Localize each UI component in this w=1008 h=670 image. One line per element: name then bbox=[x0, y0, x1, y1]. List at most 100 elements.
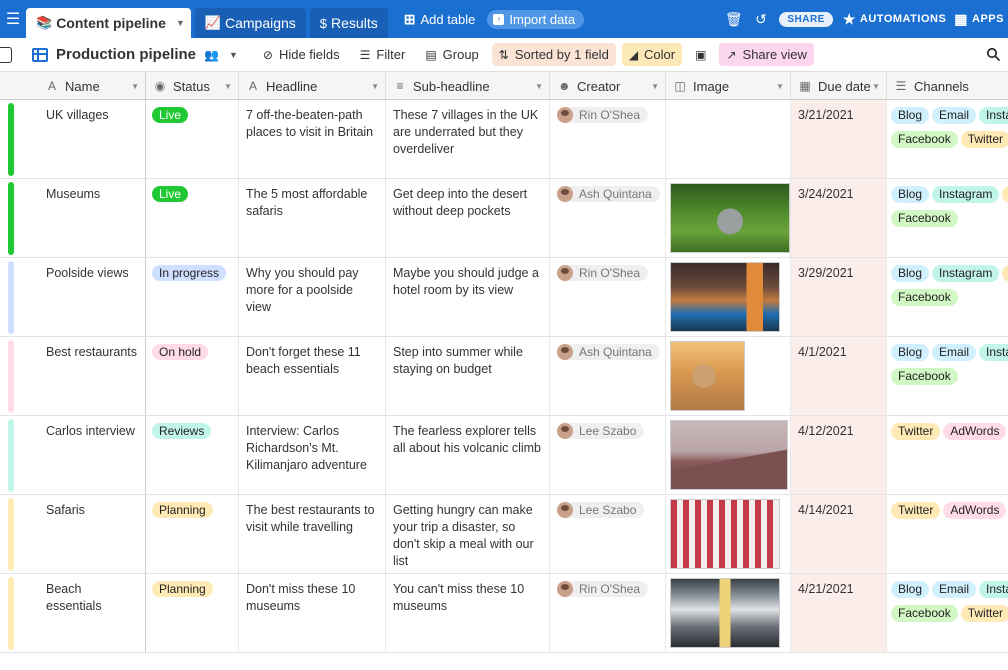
column-header-headline[interactable]: A Headline ▼ bbox=[239, 72, 386, 100]
cell-image[interactable] bbox=[666, 258, 791, 336]
cell-creator[interactable]: Rin O'Shea bbox=[550, 258, 666, 336]
cell-creator[interactable]: Ash Quintana bbox=[550, 337, 666, 415]
sidebar-toggle-icon[interactable] bbox=[0, 46, 12, 63]
chevron-down-icon[interactable]: ▼ bbox=[176, 18, 185, 28]
cell-status[interactable]: Live bbox=[146, 179, 239, 257]
cell-due-date[interactable]: 4/12/2021 bbox=[791, 416, 887, 494]
cell-name[interactable]: Poolside views bbox=[38, 258, 146, 336]
cell-headline[interactable]: Why you should pay more for a poolside v… bbox=[239, 258, 386, 336]
cell-channels[interactable]: TwitterAdWordsBlog bbox=[887, 416, 1008, 494]
cell-status[interactable]: On hold bbox=[146, 337, 239, 415]
trash-icon[interactable]: 🗑 bbox=[725, 11, 743, 28]
cell-headline[interactable]: Don't miss these 10 museums bbox=[239, 574, 386, 652]
cell-name[interactable]: Museums bbox=[38, 179, 146, 257]
cell-creator[interactable]: Lee Szabo bbox=[550, 416, 666, 494]
filter-button[interactable]: ☰ Filter bbox=[353, 43, 413, 66]
table-row[interactable]: Museums Live The 5 most affordable safaris… bbox=[0, 179, 1008, 258]
cell-due-date[interactable]: 4/21/2021 bbox=[791, 574, 887, 652]
cell-status[interactable]: Planning bbox=[146, 495, 239, 573]
cell-channels[interactable]: TwitterAdWordsBlog bbox=[887, 495, 1008, 573]
cell-subheadline[interactable]: Step into summer while staying on budget bbox=[386, 337, 550, 415]
cell-creator[interactable]: Rin O'Shea bbox=[550, 574, 666, 652]
history-icon[interactable]: ↺ bbox=[755, 11, 767, 28]
cell-subheadline[interactable]: These 7 villages in the UK are underrate… bbox=[386, 100, 550, 178]
sort-button[interactable]: ⇅ Sorted by 1 field bbox=[491, 43, 616, 66]
hide-fields-button[interactable]: ⊘ Hide fields bbox=[256, 43, 347, 66]
cell-status[interactable]: In progress bbox=[146, 258, 239, 336]
column-header-image[interactable]: ◫ Image ▼ bbox=[666, 72, 791, 100]
table-row[interactable]: Carlos interview Reviews Interview: Carlos… bbox=[0, 416, 1008, 495]
cell-headline[interactable]: Interview: Carlos Richardson's Mt. Kilim… bbox=[239, 416, 386, 494]
column-header-due-date[interactable]: ▦ Due date ▼ bbox=[791, 72, 887, 100]
column-header-subheadline[interactable]: ≡ Sub-headline ▼ bbox=[386, 72, 550, 100]
museum-photo[interactable] bbox=[670, 578, 780, 648]
cell-channels[interactable]: BlogEmailInstagram FacebookTwitter bbox=[887, 100, 1008, 178]
cell-channels[interactable]: BlogInstagramTwitter Facebook bbox=[887, 258, 1008, 336]
cell-due-date[interactable]: 3/29/2021 bbox=[791, 258, 887, 336]
column-header-channels[interactable]: ☰ Channels bbox=[887, 72, 1008, 100]
chevron-down-icon[interactable]: ▼ bbox=[131, 82, 139, 91]
table-row[interactable]: Best restaurants On hold Don't forget thes… bbox=[0, 337, 1008, 416]
cell-channels[interactable]: BlogInstagramTwitter Facebook bbox=[887, 179, 1008, 257]
cell-due-date[interactable]: 4/1/2021 bbox=[791, 337, 887, 415]
cell-image[interactable] bbox=[666, 337, 791, 415]
cell-image[interactable] bbox=[666, 100, 791, 178]
view-switcher[interactable]: Production pipeline 👥 ▼ bbox=[32, 46, 238, 63]
hat-photo[interactable] bbox=[670, 341, 745, 411]
group-button[interactable]: ▤ Group bbox=[418, 43, 485, 66]
cell-status[interactable]: Planning bbox=[146, 574, 239, 652]
cell-name[interactable]: Beach essentials bbox=[38, 574, 146, 652]
apps-button[interactable]: ▦ APPS bbox=[954, 11, 1004, 28]
cell-creator[interactable]: Lee Szabo bbox=[550, 495, 666, 573]
cell-headline[interactable]: 7 off-the-beaten-path places to visit in… bbox=[239, 100, 386, 178]
search-icon[interactable] bbox=[986, 47, 1000, 61]
cell-subheadline[interactable]: The fearless explorer tells all about hi… bbox=[386, 416, 550, 494]
color-button[interactable]: ◢ Color bbox=[621, 43, 683, 66]
cell-creator[interactable]: Ash Quintana bbox=[550, 179, 666, 257]
cell-due-date[interactable]: 4/14/2021 bbox=[791, 495, 887, 573]
cell-image[interactable] bbox=[666, 179, 791, 257]
grass-photo[interactable] bbox=[670, 183, 790, 253]
table-row[interactable]: UK villages Live 7 off-the-beaten-path pla… bbox=[0, 100, 1008, 179]
cell-due-date[interactable]: 3/24/2021 bbox=[791, 179, 887, 257]
cell-channels[interactable]: BlogEmailInstagram Facebook bbox=[887, 337, 1008, 415]
chevron-down-icon[interactable]: ▼ bbox=[872, 82, 880, 91]
cell-creator[interactable]: Rin O'Shea bbox=[550, 100, 666, 178]
cell-name[interactable]: Best restaurants bbox=[38, 337, 146, 415]
chevron-down-icon[interactable]: ▼ bbox=[371, 82, 379, 91]
table-row[interactable]: Poolside views In progress Why you should … bbox=[0, 258, 1008, 337]
cell-channels[interactable]: BlogEmailInstagram FacebookTwitter bbox=[887, 574, 1008, 652]
column-header-name[interactable]: A Name ▼ bbox=[0, 72, 146, 100]
cell-due-date[interactable]: 3/21/2021 bbox=[791, 100, 887, 178]
tab-campaigns[interactable]: 📈 Campaigns bbox=[194, 8, 306, 38]
pool-photo[interactable] bbox=[670, 262, 780, 332]
cell-subheadline[interactable]: Maybe you should judge a hotel room by i… bbox=[386, 258, 550, 336]
column-header-status[interactable]: ◉ Status ▼ bbox=[146, 72, 239, 100]
chevron-down-icon[interactable]: ▼ bbox=[776, 82, 784, 91]
automations-button[interactable]: ★ AUTOMATIONS bbox=[843, 11, 946, 28]
mountain-photo[interactable] bbox=[670, 420, 788, 490]
row-height-button[interactable]: ▣ bbox=[688, 44, 713, 66]
column-header-creator[interactable]: ☻ Creator ▼ bbox=[550, 72, 666, 100]
cell-subheadline[interactable]: Get deep into the desert without deep po… bbox=[386, 179, 550, 257]
tab-results[interactable]: $ Results bbox=[309, 8, 388, 38]
chevron-down-icon[interactable]: ▼ bbox=[224, 82, 232, 91]
cell-headline[interactable]: The best restaurants to visit while trav… bbox=[239, 495, 386, 573]
restaurant-photo[interactable] bbox=[670, 499, 780, 569]
cell-name[interactable]: Safaris bbox=[38, 495, 146, 573]
cell-image[interactable] bbox=[666, 574, 791, 652]
cell-subheadline[interactable]: You can't miss these 10 museums bbox=[386, 574, 550, 652]
cell-image[interactable] bbox=[666, 495, 791, 573]
cell-name[interactable]: Carlos interview bbox=[38, 416, 146, 494]
cell-status[interactable]: Live bbox=[146, 100, 239, 178]
table-row[interactable]: Beach essentials Planning Don't miss these… bbox=[0, 574, 1008, 653]
cell-name[interactable]: UK villages bbox=[38, 100, 146, 178]
cell-subheadline[interactable]: Getting hungry can make your trip a disa… bbox=[386, 495, 550, 573]
add-table-button[interactable]: ⊞ Add table bbox=[404, 0, 476, 38]
cell-headline[interactable]: The 5 most affordable safaris bbox=[239, 179, 386, 257]
cell-headline[interactable]: Don't forget these 11 beach essentials bbox=[239, 337, 386, 415]
tab-content-pipeline[interactable]: 📚 Content pipeline ▼ bbox=[26, 8, 191, 38]
chevron-down-icon[interactable]: ▼ bbox=[651, 82, 659, 91]
table-row[interactable]: Safaris Planning The best restaurants to v… bbox=[0, 495, 1008, 574]
chevron-down-icon[interactable]: ▼ bbox=[535, 82, 543, 91]
